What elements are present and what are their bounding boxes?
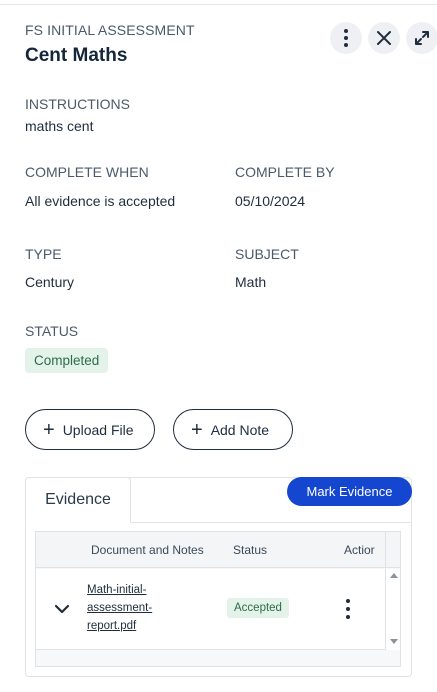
document-link[interactable]: Math-initial-assessment-report.pdf [87,581,177,635]
complete-when-value: All evidence is accepted [25,193,176,209]
status-label: STATUS [25,323,79,339]
complete-by-label: COMPLETE BY [235,164,335,180]
panel-eyebrow: FS INITIAL ASSESSMENT [25,22,195,38]
type-label: TYPE [25,246,62,262]
expand-icon [415,31,429,45]
status-badge: Completed [25,348,109,373]
complete-when-label: COMPLETE WHEN [25,164,149,180]
column-header-document: Document and Notes [91,543,204,557]
upload-file-button[interactable]: + Upload File [25,409,155,450]
complete-by-value: 05/10/2024 [235,193,306,209]
chevron-down-icon[interactable] [52,599,72,619]
evidence-table: Document and Notes Status Actior Math-in… [35,531,401,667]
subject-value: Math [235,274,267,290]
expand-button[interactable] [406,22,437,54]
more-vertical-icon [344,29,348,47]
page-title: Cent Maths [25,45,128,66]
instructions-value: maths cent [25,118,94,134]
row-status-badge: Accepted [227,598,289,618]
scroll-down-arrow-icon[interactable] [390,639,398,644]
plus-icon: + [191,418,203,441]
add-note-label: Add Note [210,421,270,438]
top-divider [0,4,437,5]
tab-divider [131,522,412,523]
plus-icon: + [43,418,55,441]
add-note-button[interactable]: + Add Note [173,409,293,450]
tab-evidence[interactable]: Evidence [25,477,131,523]
instructions-label: INSTRUCTIONS [25,96,130,112]
upload-file-label: Upload File [62,421,134,438]
row-actions-icon[interactable] [341,598,355,620]
mark-evidence-button[interactable]: Mark Evidence [287,477,412,506]
panel-header: FS INITIAL ASSESSMENT Cent Maths [25,22,195,67]
scrollbar-header [385,532,400,568]
column-header-action: Actior [344,543,375,557]
close-icon [377,31,391,45]
table-row: Math-initial-assessment-report.pdf Accep… [36,569,385,650]
subject-label: SUBJECT [235,246,299,262]
column-header-status: Status [233,543,268,557]
more-options-button[interactable] [330,22,362,54]
table-scrollbar[interactable] [385,569,400,650]
type-value: Century [25,274,75,290]
scroll-up-arrow-icon[interactable] [390,573,398,578]
table-header: Document and Notes Status Actior [36,532,385,568]
close-button[interactable] [368,22,400,54]
